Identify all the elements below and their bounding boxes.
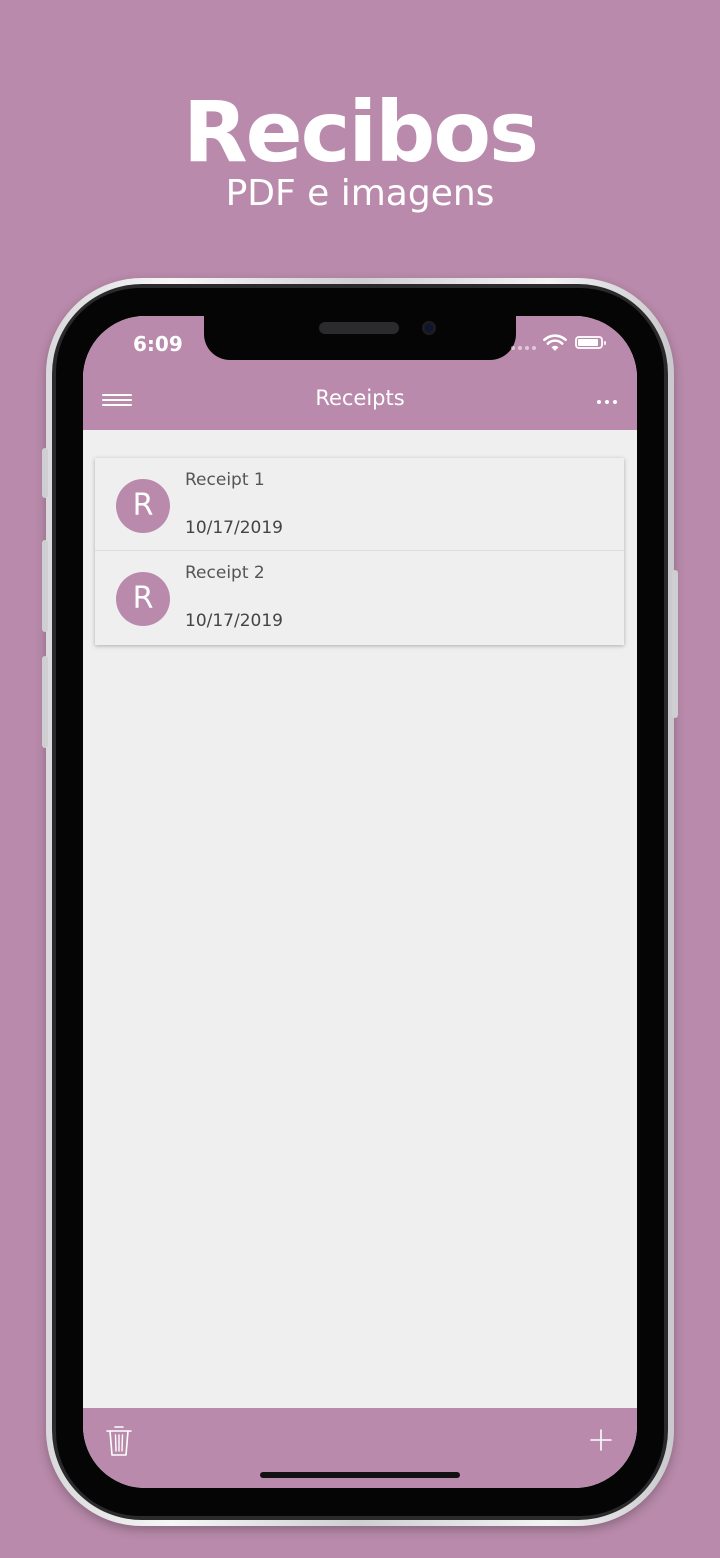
receipt-date: 10/17/2019 <box>185 611 283 631</box>
promo-subtitle: PDF e imagens <box>225 173 495 214</box>
status-bar: 6:09 <box>83 316 637 372</box>
power-button <box>672 570 678 718</box>
phone-screen: 6:09 Receipts R Receipt 1 10/17/2019 R R… <box>83 316 637 1488</box>
volume-up-button <box>42 540 48 632</box>
more-horizontal-icon[interactable] <box>591 386 623 416</box>
trash-icon[interactable] <box>105 1424 133 1458</box>
page-title: Receipts <box>315 386 405 410</box>
receipts-list-area: R Receipt 1 10/17/2019 R Receipt 2 10/17… <box>83 430 637 1408</box>
avatar: R <box>116 572 170 626</box>
promo-page: Recibos PDF e imagens 6:09 Receipts R Re… <box>0 0 720 1558</box>
nav-bar: Receipts <box>83 372 637 430</box>
home-indicator[interactable] <box>260 1472 460 1478</box>
promo-title: Recibos <box>182 83 539 181</box>
speaker-grille <box>319 322 399 334</box>
volume-down-button <box>42 656 48 748</box>
cellular-signal-icon <box>511 346 536 350</box>
status-time: 6:09 <box>133 332 183 356</box>
receipt-date: 10/17/2019 <box>185 518 283 538</box>
list-item[interactable]: R Receipt 2 10/17/2019 <box>95 551 624 645</box>
receipts-list: R Receipt 1 10/17/2019 R Receipt 2 10/17… <box>95 458 624 645</box>
front-camera <box>422 321 436 335</box>
receipt-name: Receipt 2 <box>185 563 265 583</box>
plus-icon[interactable] <box>589 1428 613 1452</box>
mute-switch <box>42 448 48 498</box>
list-item[interactable]: R Receipt 1 10/17/2019 <box>95 458 624 551</box>
avatar: R <box>116 479 170 533</box>
battery-icon <box>575 336 606 349</box>
wifi-icon <box>543 334 567 351</box>
notch <box>204 316 516 360</box>
receipt-name: Receipt 1 <box>185 470 265 490</box>
